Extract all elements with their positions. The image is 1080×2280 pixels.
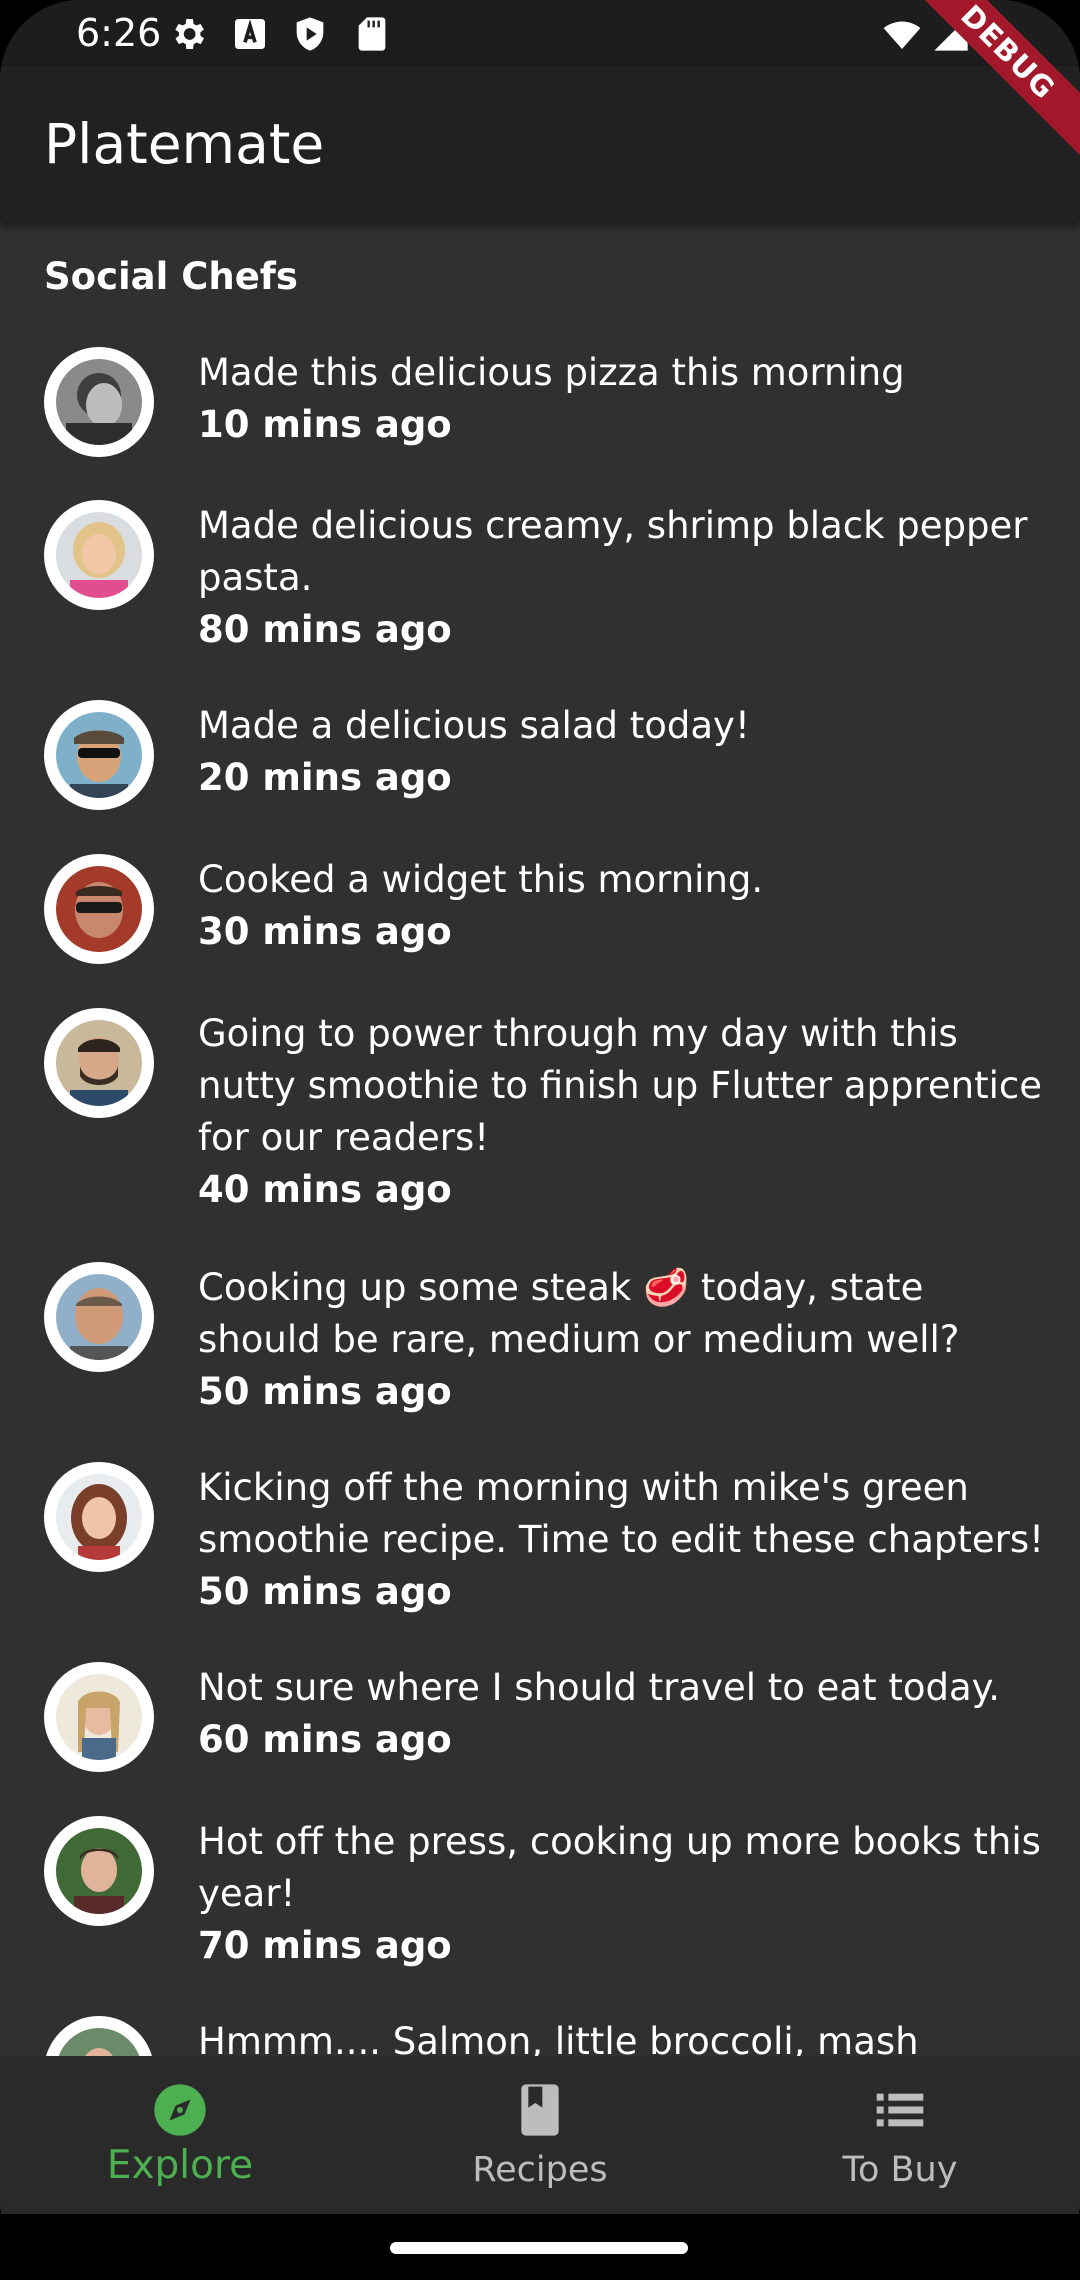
post-message: Made this delicious pizza this morning xyxy=(198,351,905,394)
avatar xyxy=(44,2016,154,2056)
avatar xyxy=(44,700,154,810)
post-message: Not sure where I should travel to eat to… xyxy=(198,1666,1001,1709)
bottom-navigation-bar: Explore Recipes To Buy xyxy=(0,2056,1080,2214)
post-message: Kicking off the morning with mike's gree… xyxy=(198,1466,1044,1561)
avatar xyxy=(44,347,154,457)
post-time: 50 mins ago xyxy=(198,1570,452,1613)
avatar xyxy=(44,1262,154,1372)
list-icon xyxy=(876,2093,924,2127)
font-a-icon xyxy=(235,19,265,49)
post-time: 40 mins ago xyxy=(198,1168,452,1211)
app-title: Platemate xyxy=(44,112,325,176)
nav-item-explore[interactable]: Explore xyxy=(0,2056,360,2214)
post-message: Cooking up some steak 🥩 today, state sho… xyxy=(198,1266,960,1361)
system-gesture-bar xyxy=(0,2214,1080,2280)
book-icon xyxy=(521,2084,559,2136)
compass-icon xyxy=(154,2084,206,2136)
nav-label-explore: Explore xyxy=(106,2143,254,2188)
post-time: 50 mins ago xyxy=(198,1370,452,1413)
post-time: 20 mins ago xyxy=(198,756,452,799)
status-time: 6:26 xyxy=(76,11,162,55)
explore-content[interactable]: Social Chefs Made this delicious pizza t… xyxy=(0,222,1080,2056)
nav-label-to-buy: To Buy xyxy=(842,2150,958,2190)
post-time: 80 mins ago xyxy=(198,608,452,651)
play-shield-icon xyxy=(296,17,324,51)
phone-screen: 6:26 Platemate DEBUG Social Chefs Made t… xyxy=(0,0,1080,2280)
avatar xyxy=(44,1462,154,1572)
post-message: Going to power through my day with this … xyxy=(198,1012,1042,1159)
avatar xyxy=(44,1662,154,1772)
wifi-icon xyxy=(883,21,921,49)
post-time: 60 mins ago xyxy=(198,1718,452,1761)
nav-item-recipes[interactable]: Recipes xyxy=(360,2056,720,2214)
sd-card-icon xyxy=(358,17,386,51)
post-time: 70 mins ago xyxy=(198,1924,452,1967)
avatar xyxy=(44,1008,154,1118)
nav-item-to-buy[interactable]: To Buy xyxy=(720,2056,1080,2214)
avatar xyxy=(44,500,154,610)
post-message: Cooked a widget this morning. xyxy=(198,858,764,901)
post-message: Hot off the press, cooking up more books… xyxy=(198,1820,1041,1915)
app-bar: Platemate xyxy=(0,66,1080,222)
post-time: 30 mins ago xyxy=(198,910,452,953)
post-message: Made delicious creamy, shrimp black pepp… xyxy=(198,504,1028,599)
post-message: Made a delicious salad today! xyxy=(198,704,750,747)
home-gesture-handle[interactable] xyxy=(390,2242,688,2254)
section-title: Social Chefs xyxy=(44,255,298,298)
status-bar: 6:26 xyxy=(0,0,1080,66)
post-time: 10 mins ago xyxy=(198,403,452,446)
nav-label-recipes: Recipes xyxy=(472,2150,608,2190)
avatar xyxy=(44,854,154,964)
gear-icon xyxy=(175,19,204,49)
post-message: Hmmm.... Salmon, little broccoli, mash xyxy=(198,2020,919,2056)
avatar xyxy=(44,1816,154,1926)
